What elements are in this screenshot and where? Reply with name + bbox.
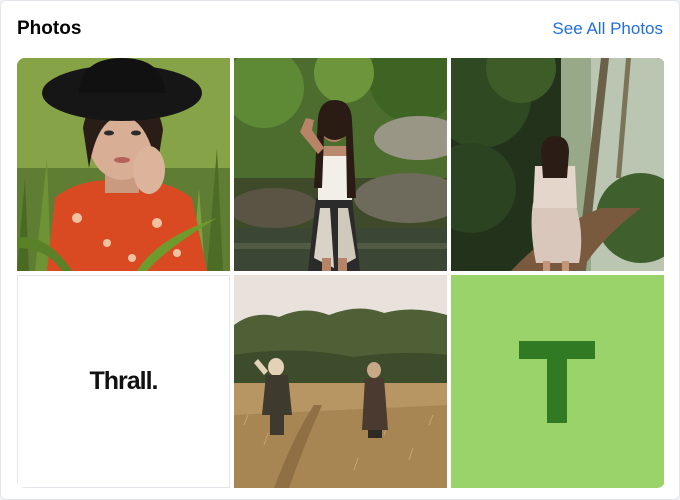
photo-woman-stream-image: [234, 58, 447, 271]
photos-card: Photos See All Photos Thrall.: [0, 0, 680, 500]
card-header: Photos See All Photos: [17, 15, 663, 43]
photo-tile-woman-hat[interactable]: [17, 58, 230, 271]
photo-tile-woman-forest[interactable]: [451, 58, 664, 271]
letter-avatar-tile[interactable]: [451, 275, 664, 488]
photo-wheat-field-image: [234, 275, 447, 488]
thrall-logo-text: Thrall.: [89, 367, 158, 395]
see-all-photos-link[interactable]: See All Photos: [552, 19, 663, 39]
photo-woman-hat-image: [17, 58, 230, 271]
letter-t-glyph-icon: [519, 341, 595, 423]
photo-tile-woman-stream[interactable]: [234, 58, 447, 271]
photo-tile-wheat-field[interactable]: [234, 275, 447, 488]
section-title: Photos: [17, 18, 82, 39]
photo-grid: Thrall.: [17, 58, 665, 488]
photo-woman-forest-image: [451, 58, 664, 271]
logo-tile-thrall[interactable]: Thrall.: [17, 275, 230, 488]
